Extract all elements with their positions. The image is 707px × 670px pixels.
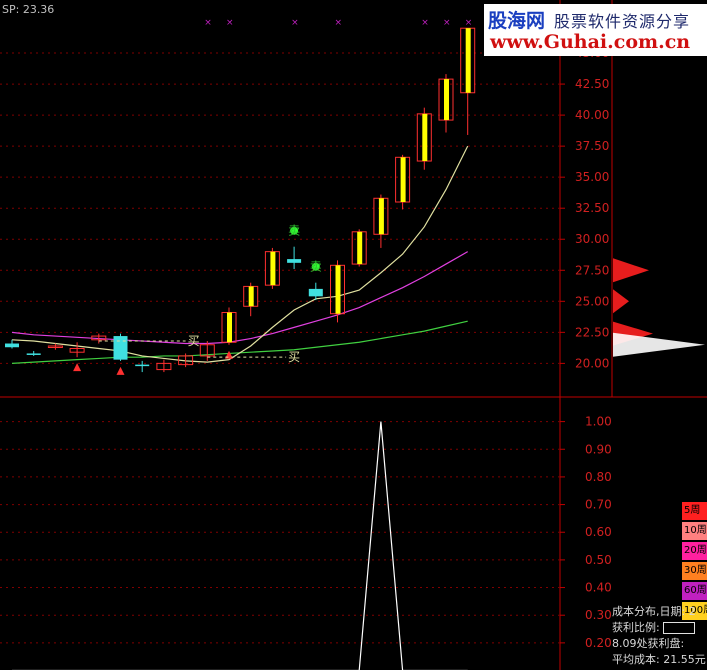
top-mark: × bbox=[226, 18, 234, 28]
info-profit-line: 8.09处获利盘: bbox=[612, 637, 685, 650]
buy-arrow bbox=[116, 366, 125, 375]
cost-distribution bbox=[613, 258, 705, 357]
top-mark: × bbox=[421, 18, 429, 28]
price-tick-label: 22.50 bbox=[575, 325, 609, 339]
candle-body bbox=[135, 364, 150, 367]
watermark-site: 股海网 bbox=[488, 10, 546, 32]
chart-canvas: 卖卖买买×××××××× 45.0042.5040.0037.5035.0032… bbox=[0, 0, 707, 670]
candle-body bbox=[26, 353, 41, 355]
indicator-tick-label: 0.30 bbox=[585, 608, 612, 622]
price-tick-label: 25.00 bbox=[575, 294, 609, 308]
candle-body bbox=[308, 288, 323, 297]
price-tick-label: 35.00 bbox=[575, 170, 609, 184]
legend-item[interactable]: 10周 bbox=[682, 522, 707, 540]
indicator-tick-label: 0.70 bbox=[585, 498, 612, 512]
indicator-tick-label: 0.60 bbox=[585, 525, 612, 539]
sell-label: 卖 bbox=[288, 224, 300, 238]
ma-mid-line bbox=[11, 251, 468, 345]
indicator-tick-label: 0.80 bbox=[585, 470, 612, 484]
top-mark: × bbox=[465, 18, 473, 28]
price-tick-label: 42.50 bbox=[575, 77, 609, 91]
legend-item[interactable]: 20周 bbox=[682, 542, 707, 560]
price-tick-label: 40.00 bbox=[575, 108, 609, 122]
profit-ratio-bar bbox=[663, 622, 696, 634]
candle-highlight bbox=[248, 286, 254, 307]
info-avg-cost: 平均成本: 21.55元 bbox=[612, 653, 706, 666]
info-title: 成本分布,日期: 2 bbox=[612, 605, 696, 618]
info-profit-ratio: 获利比例: bbox=[612, 620, 707, 636]
candle-highlight bbox=[444, 79, 449, 121]
buy-arrow bbox=[73, 363, 82, 372]
price-tick-label: 20.00 bbox=[575, 356, 609, 370]
indicator-panel bbox=[12, 421, 468, 670]
indicator-tick-label: 1.00 bbox=[585, 415, 612, 429]
legend-item[interactable]: 60周 bbox=[682, 582, 707, 600]
sell-label: 卖 bbox=[310, 260, 322, 274]
top-mark: × bbox=[291, 18, 299, 28]
cost-info-panel: 成本分布,日期: 2 获利比例: 8.09处获利盘: 平均成本: 21.55元 bbox=[612, 604, 707, 668]
price-tick-label: 30.00 bbox=[575, 232, 609, 246]
ma-short-line bbox=[11, 145, 469, 363]
candle-highlight bbox=[465, 28, 471, 93]
watermark-url: www.Guhai.com.cn bbox=[490, 31, 691, 53]
candle-highlight bbox=[227, 312, 232, 343]
candle-highlight bbox=[335, 265, 341, 314]
indicator-tick-label: 0.90 bbox=[585, 442, 612, 456]
candle-body bbox=[113, 336, 128, 360]
price-panel: 卖卖买买×××××××× bbox=[5, 18, 494, 375]
candle-body bbox=[287, 259, 302, 263]
legend-item[interactable]: 5周 bbox=[682, 502, 707, 520]
indicator-tick-label: 0.50 bbox=[585, 553, 612, 567]
header-readout: SP: 23.36 bbox=[2, 3, 55, 16]
candle-highlight bbox=[270, 251, 276, 286]
candle-highlight bbox=[378, 198, 384, 235]
top-mark: × bbox=[335, 18, 343, 28]
distribution-peak bbox=[613, 258, 649, 283]
indicator-tick-label: 0.40 bbox=[585, 581, 612, 595]
watermark: 股海网 股票软件资源分享 www.Guhai.com.cn bbox=[484, 4, 707, 56]
candle-body bbox=[5, 343, 19, 348]
price-tick-label: 32.50 bbox=[575, 201, 609, 215]
indicator-line bbox=[12, 421, 468, 670]
top-mark: × bbox=[443, 18, 451, 28]
price-axis: 45.0042.5040.0037.5035.0032.5030.0027.50… bbox=[560, 46, 612, 650]
legend-item[interactable]: 30周 bbox=[682, 562, 707, 580]
distribution-peak bbox=[613, 332, 705, 357]
price-tick-label: 27.50 bbox=[575, 263, 609, 277]
distribution-peak bbox=[613, 289, 629, 314]
buy-label: 买 bbox=[188, 334, 200, 348]
indicator-tick-label: 0.20 bbox=[585, 636, 612, 650]
candle-highlight bbox=[422, 113, 428, 162]
candle-highlight bbox=[357, 231, 363, 265]
top-mark: × bbox=[204, 18, 212, 28]
price-tick-label: 37.50 bbox=[575, 139, 609, 153]
candle-highlight bbox=[400, 157, 406, 202]
buy-label: 买 bbox=[288, 350, 300, 364]
watermark-slogan: 股票软件资源分享 bbox=[554, 12, 691, 31]
